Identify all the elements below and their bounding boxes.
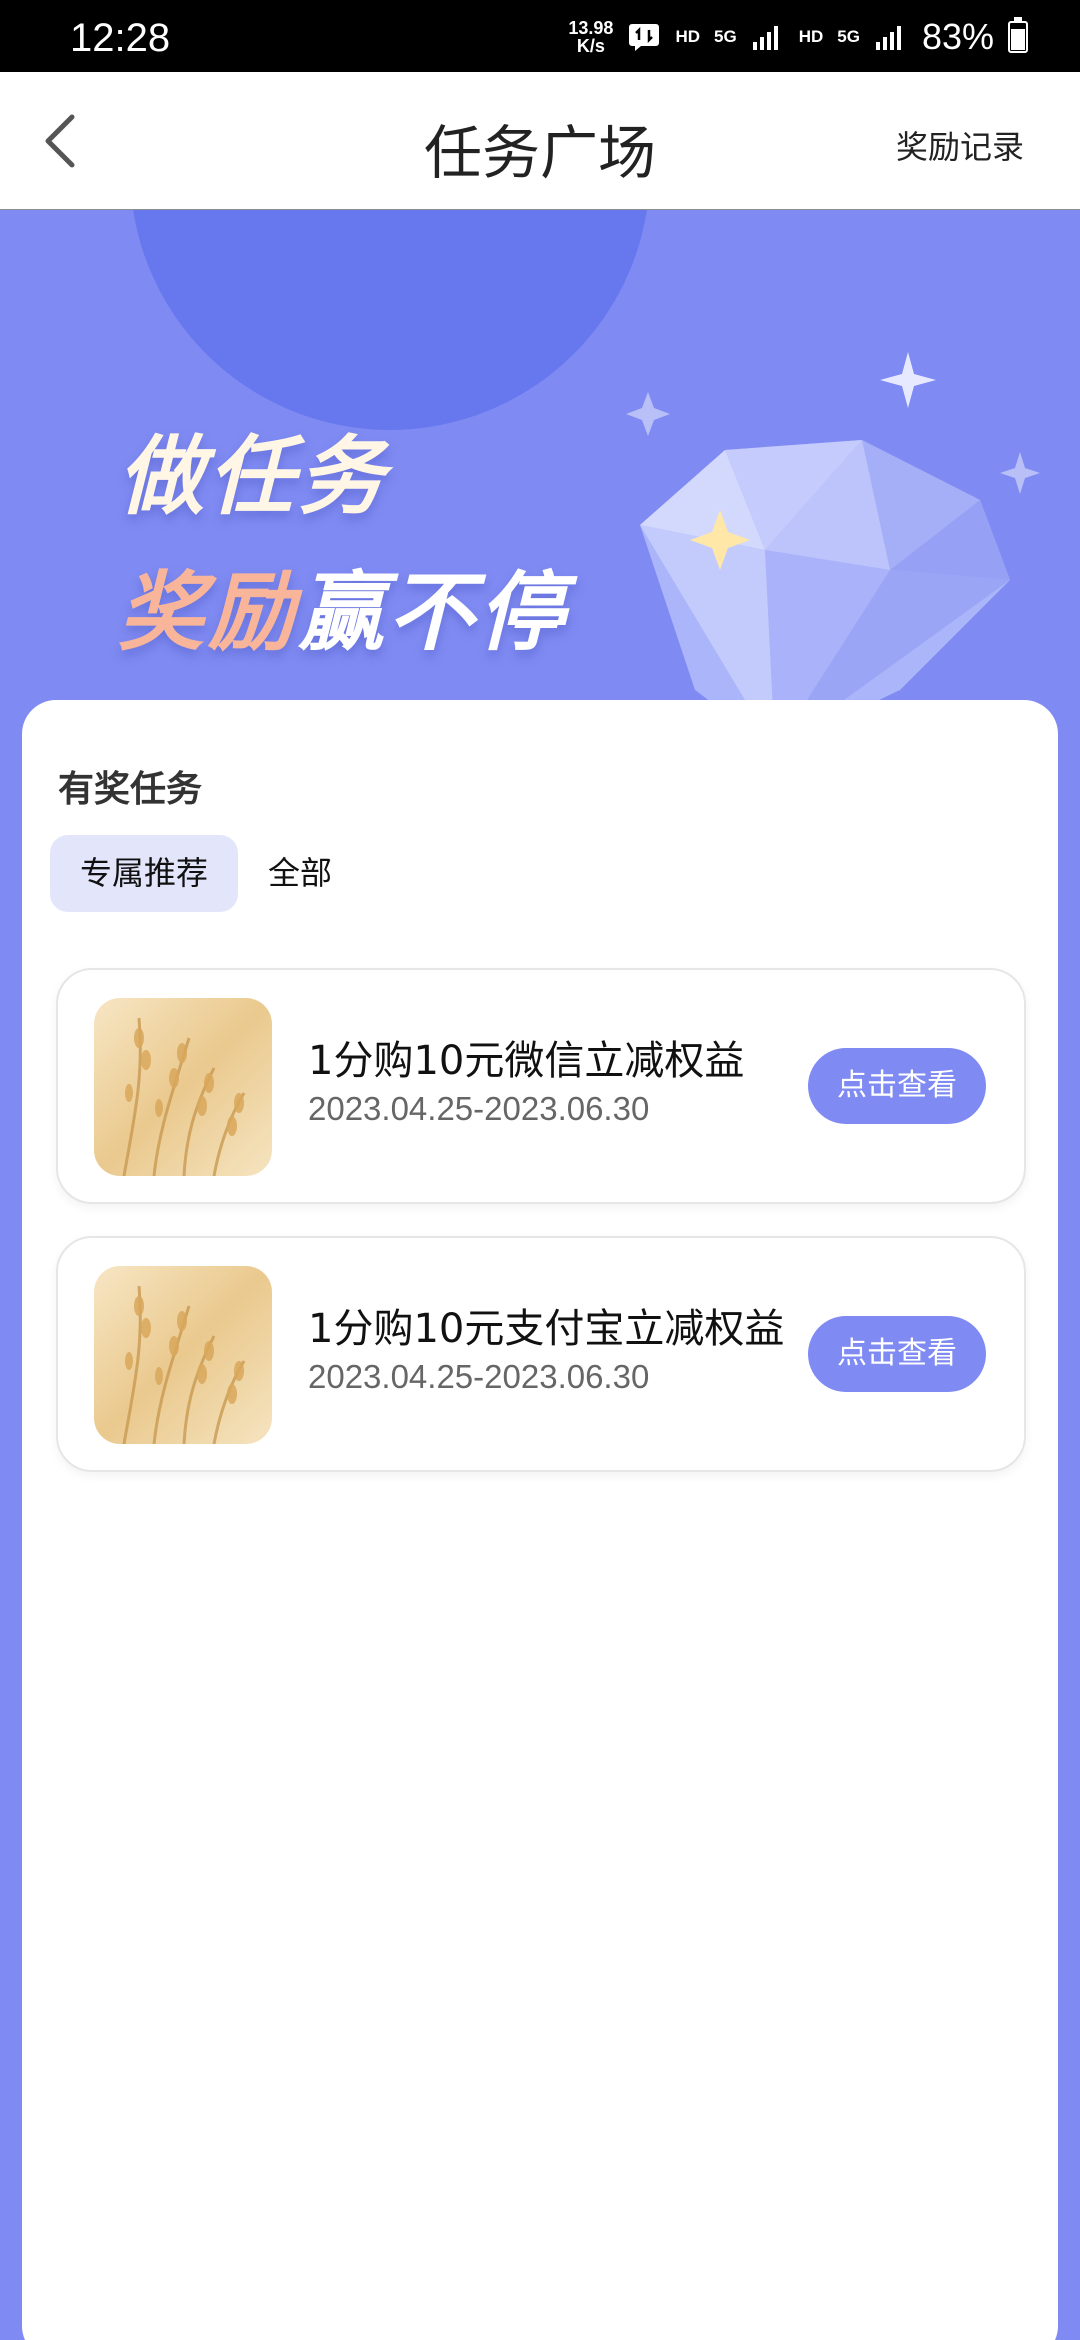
promo-banner: 做任务 奖励赢不停 xyxy=(0,210,1080,730)
banner-decoration-circle xyxy=(130,210,650,430)
battery-icon xyxy=(1008,17,1028,53)
banner-headline-rest: 赢不停 xyxy=(298,563,568,663)
hd-label-2: HD xyxy=(798,27,824,46)
task-title: 1分购10元微信立减权益 xyxy=(308,1038,745,1084)
task-card-container: 有奖任务 专属推荐 全部 1分购10元微信立减权益 2023.04.25-202… xyxy=(22,700,1058,2340)
hd-label-1: HD xyxy=(675,27,700,46)
task-thumbnail xyxy=(94,1266,272,1444)
network-speed: 13.98 K/s xyxy=(568,19,613,55)
banner-headline-1: 做任务 xyxy=(118,427,388,527)
diamond-illustration xyxy=(626,352,1040,730)
wheat-image xyxy=(122,1285,246,1444)
network-speed-value: 13.98 xyxy=(568,18,614,38)
task-tabs: 专属推荐 全部 xyxy=(50,835,362,912)
network-type-2: 5G xyxy=(837,27,860,46)
task-thumbnail xyxy=(94,998,272,1176)
view-task-button[interactable]: 点击查看 xyxy=(808,1316,986,1392)
task-item[interactable]: 1分购10元支付宝立减权益 2023.04.25-2023.06.30 点击查看 xyxy=(56,1236,1026,1472)
signal-icon-2 xyxy=(875,26,901,50)
status-bar: 12:28 13.98 K/s HD 5G HD 5G 83% xyxy=(0,0,1080,72)
network-type-1: 5G xyxy=(714,27,737,46)
banner-headline-2: 奖励赢不停 xyxy=(118,542,568,667)
wheat-image xyxy=(122,1017,246,1176)
signal-icon-1 xyxy=(752,26,778,50)
tab-exclusive-recommend[interactable]: 专属推荐 xyxy=(50,835,239,912)
top-app-bar: 任务广场 奖励记录 xyxy=(0,72,1080,210)
task-date-range: 2023.04.25-2023.06.30 xyxy=(308,1090,650,1127)
message-notification-icon xyxy=(629,24,660,51)
task-title: 1分购10元支付宝立减权益 xyxy=(308,1306,785,1352)
tab-all[interactable]: 全部 xyxy=(238,835,362,912)
status-time: 12:28 xyxy=(70,16,171,60)
battery-percentage: 83% xyxy=(921,16,994,57)
task-date-range: 2023.04.25-2023.06.30 xyxy=(308,1358,650,1395)
banner-headline-accent: 奖励 xyxy=(118,563,298,663)
view-task-button[interactable]: 点击查看 xyxy=(808,1048,986,1124)
section-title: 有奖任务 xyxy=(58,769,203,810)
network-speed-unit: K/s xyxy=(576,36,605,56)
reward-record-link[interactable]: 奖励记录 xyxy=(896,122,1024,168)
task-item[interactable]: 1分购10元微信立减权益 2023.04.25-2023.06.30 点击查看 xyxy=(56,968,1026,1204)
status-icons: 13.98 K/s HD 5G HD 5G 83% xyxy=(568,14,1028,60)
